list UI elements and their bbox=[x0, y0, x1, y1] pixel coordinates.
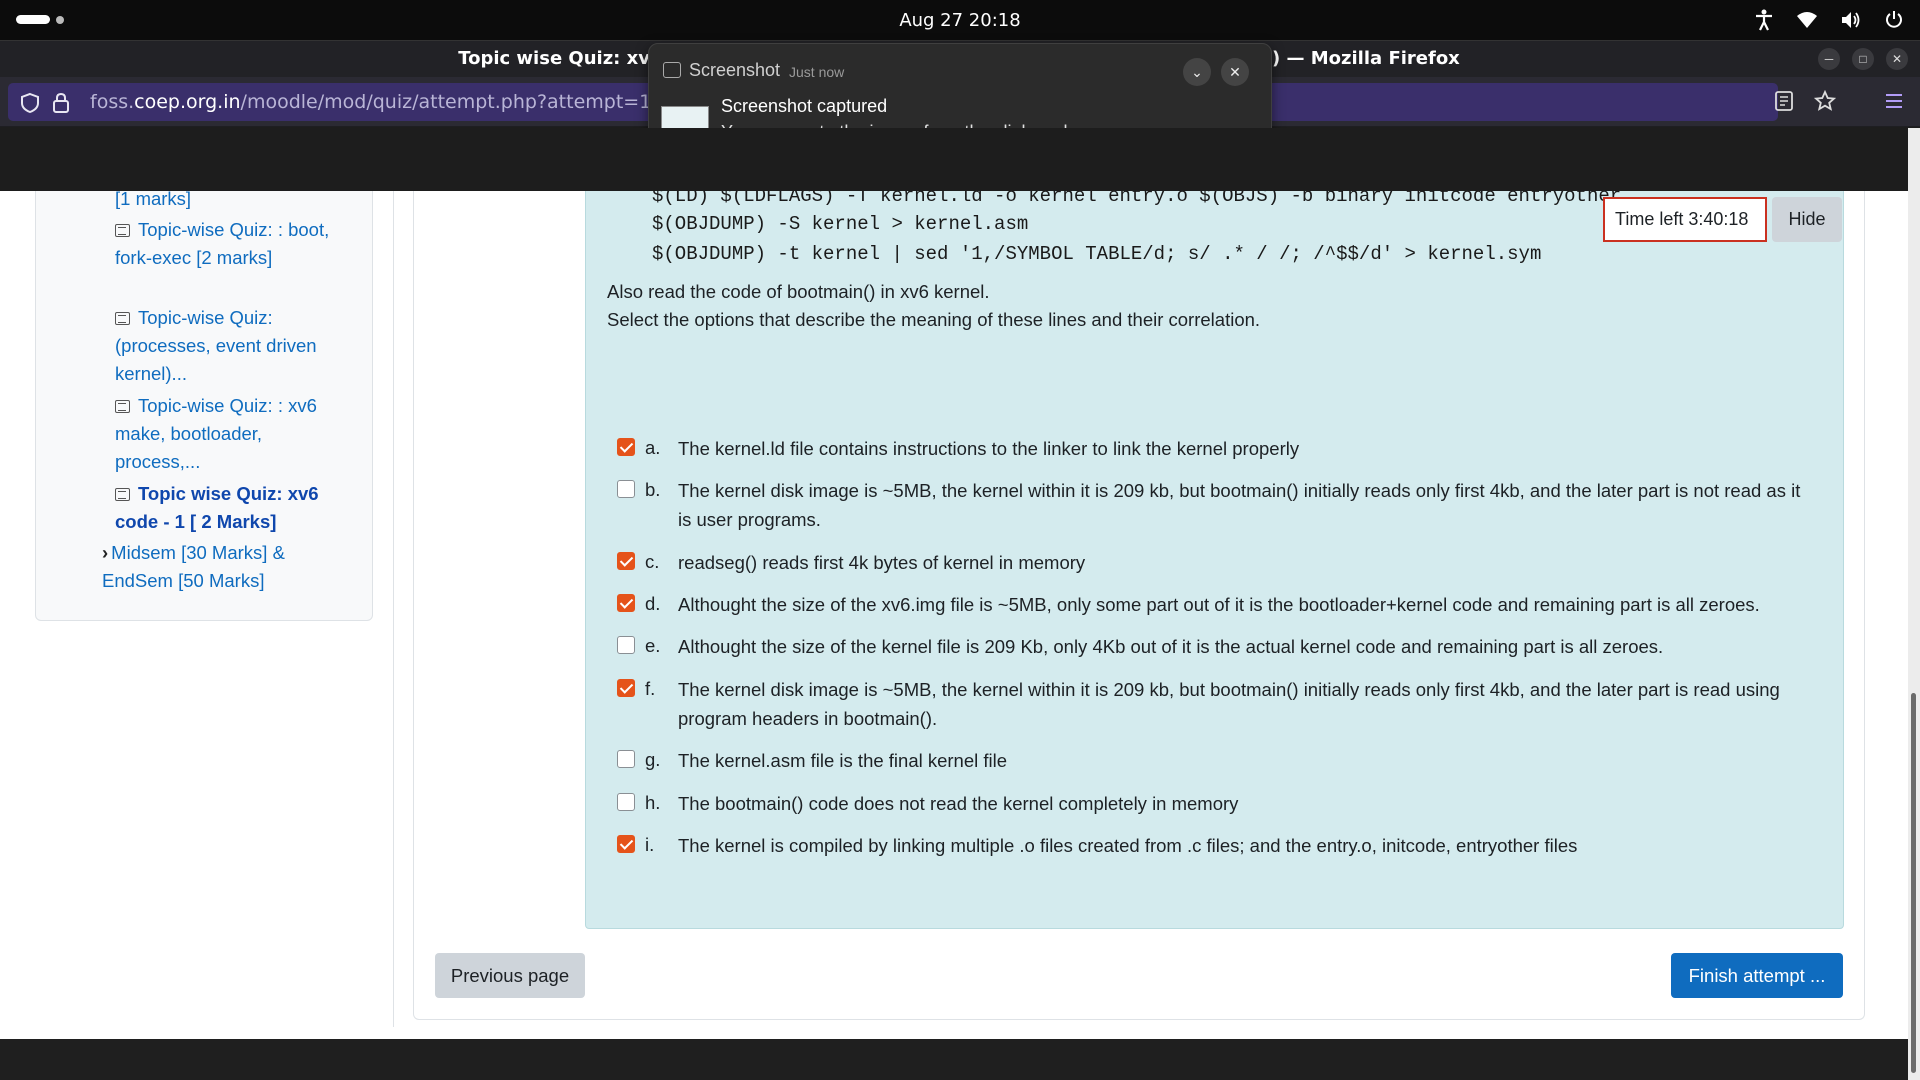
page-header-strip bbox=[0, 128, 1908, 191]
notification-time: Just now bbox=[789, 64, 845, 80]
hamburger-menu-icon[interactable] bbox=[1884, 90, 1904, 112]
close-notification-button[interactable]: ✕ bbox=[1221, 58, 1249, 86]
answer-checkbox[interactable] bbox=[617, 552, 635, 570]
option-letter: c. bbox=[645, 551, 660, 572]
hide-timer-button[interactable]: Hide bbox=[1772, 197, 1842, 242]
answer-checkbox[interactable] bbox=[617, 636, 635, 654]
sidebar-item-boot-fork-exec[interactable]: Topic-wise Quiz: : boot, fork-exec [2 ma… bbox=[115, 216, 330, 272]
option-letter: i. bbox=[645, 834, 655, 855]
sidebar-item-processes[interactable]: Topic-wise Quiz: (processes, event drive… bbox=[115, 304, 330, 388]
answer-checkbox[interactable] bbox=[617, 594, 635, 612]
option-text: The kernel.asm file is the final kernel … bbox=[678, 750, 1008, 771]
answer-checkbox[interactable] bbox=[617, 480, 635, 498]
answer-checkbox[interactable] bbox=[617, 438, 635, 456]
sidebar-item-1-marks[interactable]: [1 marks] bbox=[115, 191, 330, 213]
page-footer-strip bbox=[0, 1039, 1908, 1080]
url-path: /moodle/mod/quiz/attempt.php?attempt=124… bbox=[240, 91, 713, 113]
quiz-icon bbox=[115, 224, 130, 237]
url-text[interactable]: foss.coep.org.in/moodle/mod/quiz/attempt… bbox=[90, 91, 713, 113]
option-text: The bootmain() code does not read the ke… bbox=[678, 793, 1239, 814]
answer-checkbox[interactable] bbox=[617, 750, 635, 768]
option-letter: f. bbox=[645, 678, 656, 699]
quiz-timer: Time left 3:40:18 bbox=[1603, 197, 1767, 242]
wifi-icon[interactable] bbox=[1796, 10, 1818, 30]
notification-app-name: Screenshot bbox=[689, 60, 781, 80]
makefile-code-line: $(OBJDUMP) -S kernel > kernel.asm bbox=[652, 213, 1029, 235]
screenshot-app-icon bbox=[663, 62, 681, 78]
quiz-icon bbox=[115, 488, 130, 501]
makefile-code-line: $(LD) $(LDFLAGS) -T kernel.ld -o kernel … bbox=[652, 191, 1622, 207]
bookmark-star-icon[interactable] bbox=[1814, 90, 1836, 112]
lock-icon[interactable] bbox=[52, 92, 70, 114]
question-text: Select the options that describe the mea… bbox=[607, 309, 1261, 330]
finish-attempt-button[interactable]: Finish attempt ... bbox=[1671, 953, 1843, 998]
option-text: Althought the size of the xv6.img file i… bbox=[678, 594, 1760, 615]
reader-view-icon[interactable] bbox=[1774, 90, 1794, 112]
quiz-icon bbox=[115, 312, 130, 325]
makefile-code-line: $(OBJDUMP) -t kernel | sed '1,/SYMBOL TA… bbox=[652, 243, 1542, 265]
option-letter: a. bbox=[645, 437, 661, 458]
url-prefix: foss. bbox=[90, 91, 135, 113]
system-top-bar: Aug 27 20:18 bbox=[0, 0, 1920, 40]
power-icon[interactable] bbox=[1884, 10, 1904, 30]
option-text: The kernel.ld file contains instructions… bbox=[678, 438, 1300, 459]
window-title-right: ) — Mozilla Firefox bbox=[1272, 48, 1460, 69]
sidebar-section-midsem[interactable]: › Midsem [30 Marks] & EndSem [50 Marks] bbox=[102, 539, 342, 595]
sidebar-item-xv6-code-current[interactable]: Topic wise Quiz: xv6 code - 1 [ 2 Marks] bbox=[115, 480, 330, 536]
sidebar-item-label: Topic-wise Quiz: (processes, event drive… bbox=[115, 307, 317, 384]
close-window-button[interactable]: ✕ bbox=[1886, 48, 1908, 70]
chevron-right-icon: › bbox=[102, 542, 109, 563]
option-letter: e. bbox=[645, 635, 661, 656]
minimize-button[interactable]: ─ bbox=[1818, 48, 1840, 70]
answer-checkbox[interactable] bbox=[617, 793, 635, 811]
expand-notification-button[interactable]: ⌄ bbox=[1183, 58, 1211, 86]
answer-checkbox[interactable] bbox=[617, 679, 635, 697]
system-tray[interactable] bbox=[1754, 9, 1904, 31]
sidebar-item-label: Topic-wise Quiz: : xv6 make, bootloader,… bbox=[115, 395, 317, 472]
notification-title: Screenshot captured bbox=[721, 96, 888, 116]
page-scrollbar[interactable] bbox=[1908, 128, 1920, 1080]
option-letter: d. bbox=[645, 593, 661, 614]
option-text: Althought the size of the kernel file is… bbox=[678, 636, 1664, 657]
sidebar-item-label: Topic wise Quiz: xv6 code - 1 [ 2 Marks] bbox=[115, 483, 319, 532]
accessibility-icon[interactable] bbox=[1754, 9, 1774, 31]
toolbar-right bbox=[1774, 90, 1904, 112]
answer-checkbox[interactable] bbox=[617, 835, 635, 853]
sidebar-section-label: Midsem [30 Marks] & EndSem [50 Marks] bbox=[102, 542, 285, 591]
previous-page-button[interactable]: Previous page bbox=[435, 953, 585, 998]
scrollbar-thumb[interactable] bbox=[1911, 693, 1916, 1073]
option-text: The kernel disk image is ~5MB, the kerne… bbox=[678, 679, 1780, 729]
option-text: The kernel is compiled by linking multip… bbox=[678, 835, 1578, 856]
tracking-protection-icon[interactable] bbox=[20, 92, 40, 114]
url-domain: coep.org.in bbox=[134, 91, 241, 113]
sidebar-item-label: Topic-wise Quiz: : boot, fork-exec [2 ma… bbox=[115, 219, 330, 268]
sidebar-item-label: [1 marks] bbox=[115, 191, 192, 209]
sidebar-item-xv6-make[interactable]: Topic-wise Quiz: : xv6 make, bootloader,… bbox=[115, 392, 330, 476]
maximize-button[interactable]: □ bbox=[1852, 48, 1874, 70]
option-text: readseg() reads first 4k bytes of kernel… bbox=[678, 552, 1086, 573]
quiz-icon bbox=[115, 400, 130, 413]
window-controls: ─ □ ✕ bbox=[1818, 48, 1908, 70]
option-letter: g. bbox=[645, 749, 661, 770]
volume-icon[interactable] bbox=[1840, 10, 1862, 30]
clock[interactable]: Aug 27 20:18 bbox=[0, 10, 1920, 31]
option-text: The kernel disk image is ~5MB, the kerne… bbox=[678, 480, 1801, 530]
option-letter: b. bbox=[645, 479, 661, 500]
page-content: [1 marks] Topic-wise Quiz: : boot, fork-… bbox=[0, 191, 1908, 1039]
window-title-left: Topic wise Quiz: xv bbox=[458, 48, 650, 69]
option-letter: h. bbox=[645, 792, 661, 813]
question-text: Also read the code of bootmain() in xv6 … bbox=[607, 281, 990, 302]
